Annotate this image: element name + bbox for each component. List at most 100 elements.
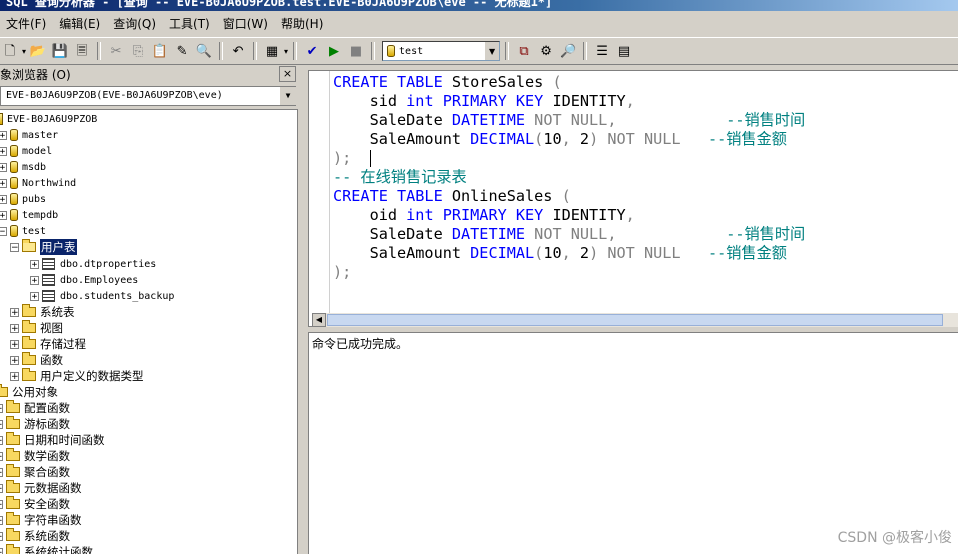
scroll-left-icon[interactable]: ◀ (312, 313, 326, 327)
new-query-dropdown-icon[interactable]: ▾ (22, 47, 26, 56)
expand-icon[interactable]: + (0, 194, 7, 204)
tree-node-common-objects[interactable]: 公用对象 (0, 384, 58, 400)
tree-node-db-msdb[interactable]: + msdb (0, 159, 46, 175)
code-line[interactable]: SaleAmount DECIMAL(10, 2) NOT NULL --销售金… (333, 244, 805, 263)
expand-icon[interactable]: + (30, 259, 39, 269)
object-search-icon[interactable]: 🔎 (558, 41, 578, 61)
tree-node-function-folder[interactable]: + 安全函数 (0, 496, 70, 512)
expand-icon[interactable]: + (10, 371, 19, 381)
tree-node-folder[interactable]: + 视图 (10, 320, 63, 336)
load-script-icon[interactable]: 🗏 (72, 41, 92, 61)
expand-icon[interactable]: + (0, 178, 7, 188)
collapse-icon[interactable]: − (10, 242, 19, 252)
code-line[interactable]: sid int PRIMARY KEY IDENTITY, (333, 92, 805, 111)
clear-icon[interactable]: ✎ (172, 41, 192, 61)
database-select[interactable]: test ▼ (382, 41, 501, 61)
tree-node-function-folder[interactable]: + 数学函数 (0, 448, 70, 464)
query-editor[interactable]: CREATE TABLE StoreSales ( sid int PRIMAR… (308, 70, 958, 327)
expand-icon[interactable]: + (10, 339, 19, 349)
code-line[interactable]: ); (333, 263, 805, 282)
cut-icon[interactable]: ✂ (106, 41, 126, 61)
tree-node-table[interactable]: + dbo.students_backup (30, 288, 174, 304)
results-mode-icon[interactable]: ▦ (262, 41, 282, 61)
menu-window[interactable]: 窗口(W) (217, 14, 275, 34)
expand-icon[interactable]: + (0, 547, 3, 554)
stop-icon[interactable]: ■ (346, 41, 366, 61)
expand-icon[interactable]: + (10, 323, 19, 333)
expand-icon[interactable]: + (0, 435, 3, 445)
tree-node-table[interactable]: + dbo.dtproperties (30, 256, 156, 272)
tree-node-function-folder[interactable]: + 元数据函数 (0, 480, 82, 496)
save-icon[interactable]: 💾 (50, 41, 70, 61)
tree-node-folder[interactable]: + 函数 (10, 352, 63, 368)
code-line[interactable]: SaleDate DATETIME NOT NULL, --销售时间 (333, 111, 806, 130)
tree-node-server[interactable]: EVE-B0JA6U9PZOB (0, 111, 97, 127)
tree-node-function-folder[interactable]: + 游标函数 (0, 416, 70, 432)
execute-icon[interactable]: ▶ (324, 41, 344, 61)
expand-icon[interactable]: + (10, 307, 19, 317)
tree-node-db-pubs[interactable]: + pubs (0, 191, 46, 207)
find-icon[interactable]: 🔍 (194, 41, 214, 61)
expand-icon[interactable]: + (30, 275, 39, 285)
expand-icon[interactable]: + (0, 531, 3, 541)
tree-node-function-folder[interactable]: + 系统统计函数 (0, 544, 93, 554)
expand-icon[interactable]: + (0, 146, 7, 156)
tree-node-function-folder[interactable]: + 配置函数 (0, 400, 70, 416)
menu-file[interactable]: 文件(F) (0, 14, 53, 34)
new-query-icon[interactable]: 🗋 (0, 41, 20, 61)
code-line[interactable]: CREATE TABLE OnlineSales ( (333, 187, 805, 206)
code-line[interactable]: SaleDate DATETIME NOT NULL, --销售时间 (333, 225, 806, 244)
code-line[interactable]: CREATE TABLE StoreSales ( (333, 73, 805, 92)
menu-query[interactable]: 查询(Q) (107, 14, 163, 34)
tree-node-user-tables[interactable]: − 用户表 (10, 239, 77, 255)
code-line[interactable]: ); (333, 149, 805, 168)
menu-tools[interactable]: 工具(T) (163, 14, 217, 34)
tree-node-db-test[interactable]: − test (0, 223, 46, 239)
menu-edit[interactable]: 编辑(E) (53, 14, 107, 34)
results-mode-dropdown-icon[interactable]: ▾ (284, 47, 288, 56)
expand-icon[interactable]: + (0, 403, 3, 413)
tree-node-folder[interactable]: + 存储过程 (10, 336, 86, 352)
expand-icon[interactable]: + (0, 515, 3, 525)
tree-node-function-folder[interactable]: + 聚合函数 (0, 464, 70, 480)
expand-icon[interactable]: + (0, 130, 7, 140)
expand-icon[interactable]: + (0, 210, 7, 220)
expand-icon[interactable]: + (30, 291, 39, 301)
menu-help[interactable]: 帮助(H) (275, 14, 330, 34)
expand-icon[interactable]: + (0, 162, 7, 172)
chevron-down-icon[interactable]: ▼ (484, 42, 500, 60)
tree-node-table[interactable]: + dbo.Employees (30, 272, 138, 288)
tree-node-db-model[interactable]: + model (0, 143, 52, 159)
copy-icon[interactable]: ⎘ (128, 41, 148, 61)
chevron-down-icon[interactable]: ▼ (279, 87, 296, 105)
tree-node-db-master[interactable]: + master (0, 127, 58, 143)
expand-icon[interactable]: + (0, 499, 3, 509)
execution-plan-icon[interactable]: ⚙ (536, 41, 556, 61)
expand-icon[interactable]: + (0, 467, 3, 477)
expand-icon[interactable]: + (0, 483, 3, 493)
tree-node-db-tempdb[interactable]: + tempdb (0, 207, 58, 223)
tree-node-function-folder[interactable]: + 日期和时间函数 (0, 432, 105, 448)
tree-node-function-folder[interactable]: + 字符串函数 (0, 512, 82, 528)
undo-icon[interactable]: ↶ (228, 41, 248, 61)
code-line[interactable]: -- 在线销售记录表 (333, 168, 805, 187)
code-line[interactable]: SaleAmount DECIMAL(10, 2) NOT NULL --销售金… (333, 130, 805, 149)
expand-icon[interactable]: + (10, 355, 19, 365)
code-line[interactable]: oid int PRIMARY KEY IDENTITY, (333, 206, 805, 225)
editor-horizontal-scrollbar[interactable]: ◀ (312, 313, 958, 327)
parse-icon[interactable]: ✔ (302, 41, 322, 61)
close-icon[interactable]: × (279, 66, 296, 82)
open-icon[interactable]: 📂 (28, 41, 48, 61)
tree-node-db-northwind[interactable]: + Northwind (0, 175, 76, 191)
expand-icon[interactable]: + (0, 419, 3, 429)
sql-code[interactable]: CREATE TABLE StoreSales ( sid int PRIMAR… (333, 73, 805, 282)
properties-icon[interactable]: ☰ (592, 41, 612, 61)
tree-node-function-folder[interactable]: + 系统函数 (0, 528, 70, 544)
paste-icon[interactable]: 📋 (150, 41, 170, 61)
collapse-icon[interactable]: − (0, 226, 7, 236)
scrollbar-thumb[interactable] (327, 314, 943, 326)
tree-node-folder[interactable]: + 用户定义的数据类型 (10, 368, 144, 384)
show-results-icon[interactable]: ▤ (614, 41, 634, 61)
object-browser-icon[interactable]: ⧉ (514, 41, 534, 61)
tree-node-folder[interactable]: + 系统表 (10, 304, 75, 320)
